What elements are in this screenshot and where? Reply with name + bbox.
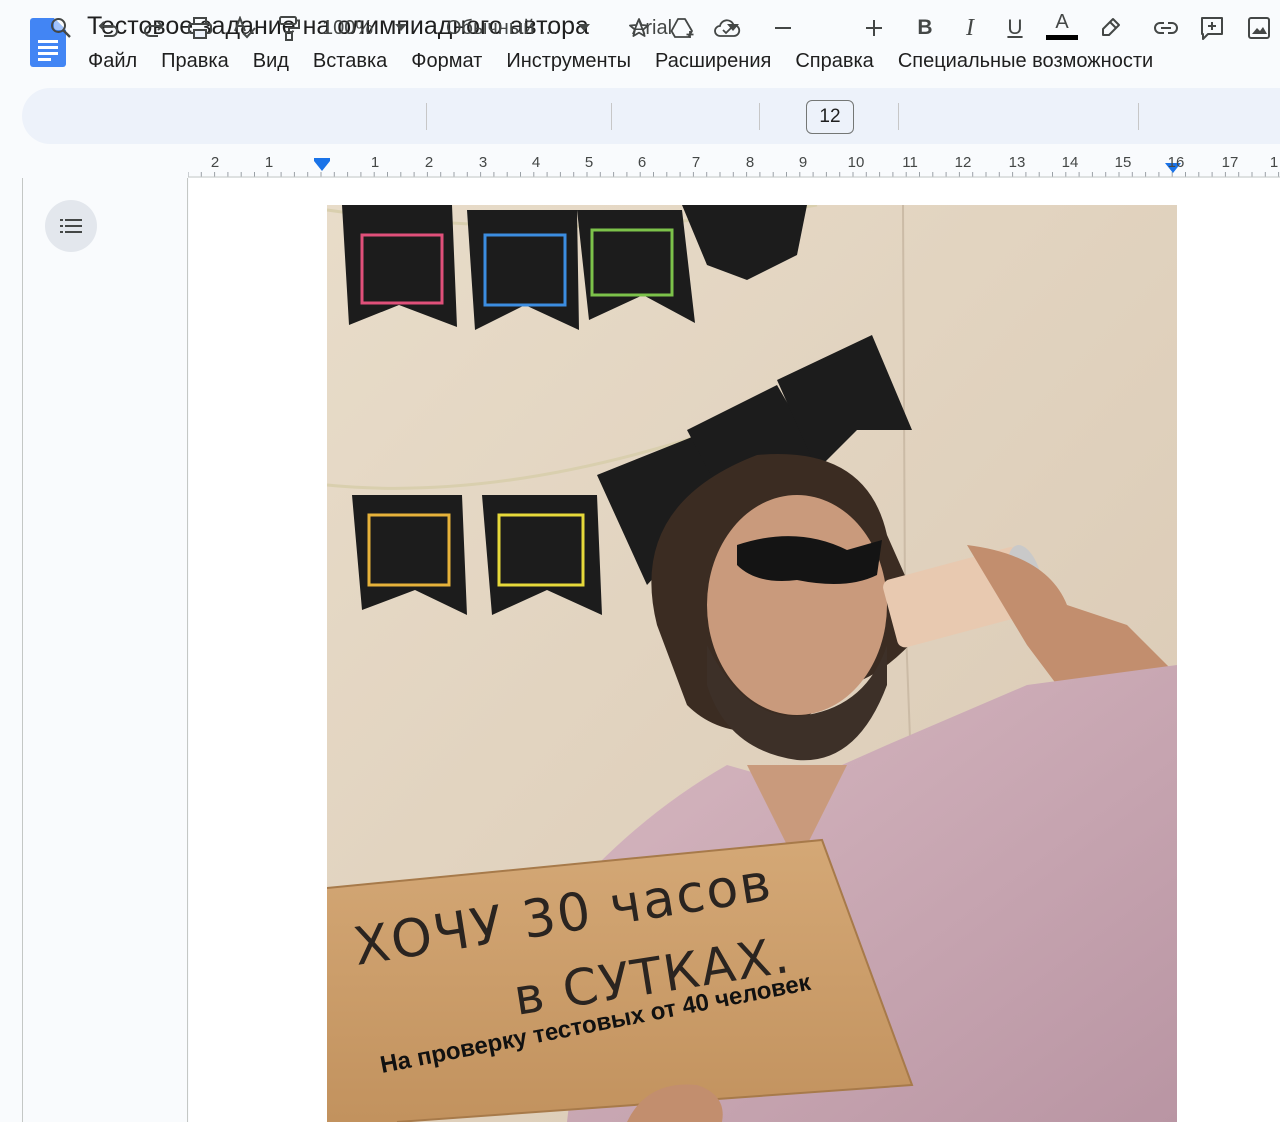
spellcheck-icon[interactable]	[229, 0, 259, 56]
ruler-label: 4	[531, 154, 541, 171]
ruler-label: 11	[902, 154, 918, 171]
ruler-label: 15	[1114, 154, 1132, 171]
left-indent-marker[interactable]	[314, 161, 330, 171]
font-family-value: Arial	[632, 16, 673, 39]
zoom-dropdown-icon[interactable]	[392, 0, 410, 56]
toolbar-divider	[426, 103, 427, 130]
photo-illustration: ХОЧУ 30 часов в СУТКАХ. На проверку тест…	[327, 205, 1177, 1122]
font-size-input[interactable]: 12	[806, 100, 854, 134]
insert-link-icon[interactable]	[1152, 0, 1180, 56]
toolbar	[22, 88, 1280, 144]
font-dropdown-icon[interactable]	[724, 0, 742, 56]
ruler-label: 7	[691, 154, 701, 171]
ruler-label: 2	[210, 154, 220, 171]
ruler-label: 9	[798, 154, 808, 171]
italic-button[interactable]: I	[956, 0, 984, 56]
ruler-label: 1	[1269, 154, 1279, 171]
zoom-select[interactable]: 100%	[322, 0, 382, 56]
ruler-label: 6	[637, 154, 647, 171]
show-outline-button[interactable]	[45, 200, 97, 252]
ruler-label: 8	[745, 154, 755, 171]
underline-label: U	[1007, 16, 1023, 39]
document-outline-panel	[22, 178, 188, 1122]
toolbar-divider	[898, 103, 899, 130]
toolbar-divider	[1138, 103, 1139, 130]
paint-format-icon[interactable]	[274, 0, 304, 56]
outline-list-icon	[60, 219, 82, 233]
highlight-color-icon[interactable]	[1096, 0, 1124, 56]
ruler-label: 17	[1221, 154, 1239, 171]
ruler-label: 10	[847, 154, 865, 171]
ruler-label: 16	[1167, 154, 1185, 171]
text-color-swatch	[1046, 35, 1078, 40]
first-line-indent-marker[interactable]	[314, 158, 330, 161]
inserted-photo[interactable]: ХОЧУ 30 часов в СУТКАХ. На проверку тест…	[327, 205, 1177, 1122]
print-icon[interactable]	[185, 0, 215, 56]
bold-button[interactable]: B	[911, 0, 939, 56]
zoom-value: 100%	[322, 16, 374, 39]
insert-image-icon[interactable]	[1244, 0, 1274, 56]
ruler-label: 1	[264, 154, 274, 171]
increase-font-size-icon[interactable]	[861, 0, 887, 56]
undo-icon[interactable]	[94, 0, 124, 56]
ruler-label: 5	[584, 154, 594, 171]
underline-button[interactable]: U	[1001, 0, 1029, 56]
paragraph-style-value: Обычный ...	[446, 16, 557, 39]
ruler-label: 3	[478, 154, 488, 171]
toolbar-divider	[611, 103, 612, 130]
toolbar-divider	[759, 103, 760, 130]
paragraph-style-select[interactable]: Обычный ...	[446, 0, 566, 56]
ruler-label: 13	[1008, 154, 1026, 171]
text-color-label: A	[1055, 11, 1069, 33]
italic-label: I	[966, 14, 974, 41]
horizontal-ruler[interactable]: 2 1 1 2 3 4 5 6 7 8 9 10 11 12 13 14 15 …	[188, 150, 1280, 178]
ruler-label: 1	[370, 154, 380, 171]
text-color-button[interactable]: A	[1045, 0, 1079, 56]
ruler-label: 14	[1061, 154, 1079, 171]
redo-icon[interactable]	[138, 0, 168, 56]
add-comment-icon[interactable]	[1197, 0, 1227, 56]
search-menus-icon[interactable]	[46, 0, 76, 56]
style-dropdown-icon[interactable]	[575, 0, 593, 56]
decrease-font-size-icon[interactable]	[770, 0, 796, 56]
font-family-select[interactable]: Arial	[632, 0, 712, 56]
ruler-label: 2	[424, 154, 434, 171]
bold-label: B	[917, 16, 933, 39]
ruler-label: 12	[954, 154, 972, 171]
